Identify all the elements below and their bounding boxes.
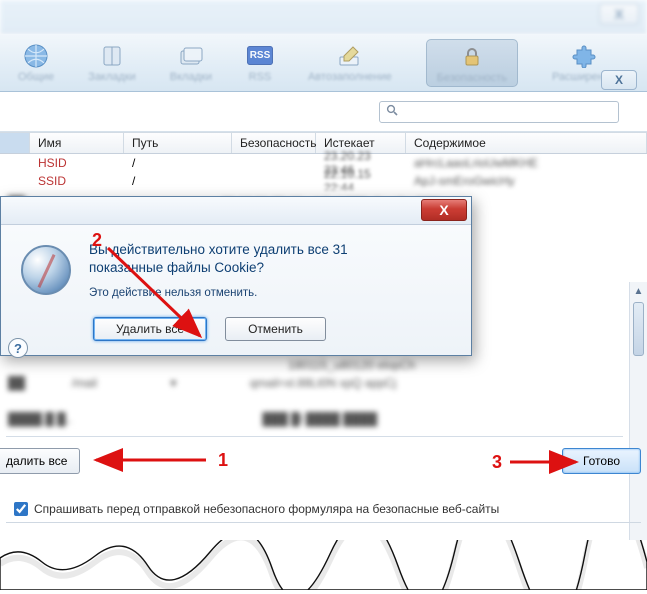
dialog-remove-all-button[interactable]: Удалить все [93,317,207,341]
col-security[interactable]: Безопасность [232,133,316,153]
dialog-close-button[interactable]: X [421,199,467,221]
toolbar-tab-security-selected[interactable]: Безопасность [426,39,518,87]
torn-edge-decoration [0,540,647,590]
dialog-cancel-button[interactable]: Отменить [225,317,326,341]
dialog-message: Вы действительно хотите удалить все 31 п… [89,241,451,277]
cell-name: HSID [30,156,124,170]
checkbox-label: Спрашивать перед отправкой небезопасного… [34,502,499,516]
separator [6,436,623,437]
window-tabs-blurred: X [0,0,647,34]
toolbar-tab-autofill[interactable]: Автозаполнение [308,43,392,83]
annotation-number-1: 1 [218,450,228,471]
done-button[interactable]: Готово [562,448,641,474]
annotation-number-2: 2 [92,230,102,251]
col-site[interactable] [0,133,30,153]
toolbar-tab-bookmarks[interactable]: Закладки [88,43,136,83]
vertical-scrollbar[interactable]: ▲ ▼ [629,282,647,572]
cookie-search-row [0,92,647,132]
puzzle-icon [570,43,598,69]
preferences-toolbar: Общие Закладки Вкладки RSS RSS Автозапол… [0,34,647,92]
rss-icon: RSS [246,43,274,69]
tabs-icon [177,43,205,69]
search-icon [386,104,398,119]
toolbar-tab-general[interactable]: Общие [18,43,54,83]
dialog-titlebar: X [1,197,471,225]
help-button[interactable]: ? [8,338,28,358]
scroll-up-icon[interactable]: ▲ [630,282,647,300]
cell-name: SSID [30,174,124,188]
lock-icon [458,44,486,70]
confirm-delete-dialog: X Вы действительно хотите удалить все 31… [0,196,472,356]
remove-all-button[interactable]: далить все [0,448,80,474]
dialog-subtext: Это действие нельзя отменить. [89,287,451,299]
search-input[interactable] [402,105,612,119]
toolbar-tab-rss[interactable]: RSS RSS [246,43,274,83]
table-row[interactable]: SSID / 22.10.15 22:44 ApJ-smEroGwicHy [0,172,647,190]
separator [6,522,641,523]
cell-path: / [124,156,232,170]
ask-before-send-checkbox[interactable] [14,502,28,516]
cell-path: / [124,174,232,188]
globe-icon [22,43,50,69]
footer-button-row: далить все Готово [0,448,647,474]
book-icon [98,43,126,69]
col-content[interactable]: Содержимое [406,133,647,153]
annotation-number-3: 3 [492,452,502,473]
toolbar-tab-tabs[interactable]: Вкладки [170,43,212,83]
window-close-button[interactable]: X [599,3,639,25]
ask-before-send-checkbox-row: Спрашивать перед отправкой небезопасного… [14,502,499,516]
scroll-thumb[interactable] [633,302,644,356]
secondary-close-button[interactable]: X [601,70,637,90]
pencil-form-icon [336,43,364,69]
col-path[interactable]: Путь [124,133,232,153]
cell-content: aHrcLaaoLrioUwMKHE [406,156,647,170]
safari-compass-icon [21,245,71,295]
cell-content: ApJ-smEroGwicHy [406,174,647,188]
search-input-wrapper[interactable] [379,101,619,123]
col-name[interactable]: Имя [30,133,124,153]
